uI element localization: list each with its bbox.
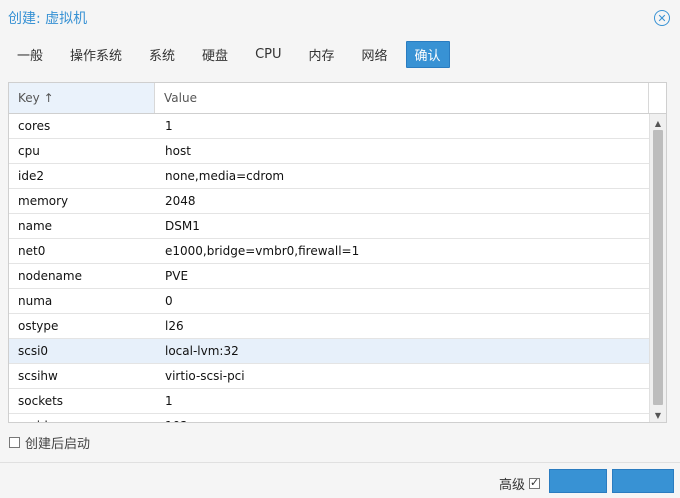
row-key: net0 xyxy=(18,244,46,258)
table-row[interactable]: ostype l26 xyxy=(9,314,650,339)
vertical-scrollbar[interactable]: ▲ ▼ xyxy=(649,114,666,422)
table-row[interactable]: numa 0 xyxy=(9,289,650,314)
row-key: ide2 xyxy=(18,169,44,183)
row-value: 1 xyxy=(165,394,173,408)
tab-network[interactable]: 网络 xyxy=(353,41,397,68)
finish-button[interactable] xyxy=(612,469,674,493)
row-key: ostype xyxy=(18,319,59,333)
grid-header: Key ↑ Value xyxy=(9,83,666,114)
table-row[interactable]: cores 1 xyxy=(9,114,650,139)
tab-disk[interactable]: 硬盘 xyxy=(193,41,237,68)
advanced-checkbox[interactable] xyxy=(529,476,541,489)
column-header-value[interactable]: Value xyxy=(155,83,649,113)
row-value: 0 xyxy=(165,294,173,308)
start-after-create: 创建后启动 xyxy=(9,433,90,452)
table-row[interactable]: name DSM1 xyxy=(9,214,650,239)
table-row[interactable]: ide2 none,media=cdrom xyxy=(9,164,650,189)
grid-rows: cores 1 cpu host ide2 none,media=cdrom memory 2… xyxy=(9,114,650,422)
row-value: 102 xyxy=(155,414,650,422)
column-header-key[interactable]: Key ↑ xyxy=(9,83,155,113)
table-row[interactable]: net0 e1000,bridge=vmbr0,firewall=1 xyxy=(9,239,650,264)
row-value: DSM1 xyxy=(165,219,200,233)
table-row[interactable]: scsi0 local-lvm:32 xyxy=(9,339,650,364)
row-key: name xyxy=(18,219,53,233)
row-value: virtio-scsi-pci xyxy=(165,369,245,383)
row-key: nodename xyxy=(18,269,82,283)
row-value: local-lvm:32 xyxy=(165,344,239,358)
start-after-create-checkbox[interactable] xyxy=(9,437,20,448)
row-value: l26 xyxy=(165,319,184,333)
row-value: e1000,bridge=vmbr0,firewall=1 xyxy=(165,244,360,258)
table-row[interactable]: nodename PVE xyxy=(9,264,650,289)
table-row[interactable]: memory 2048 xyxy=(9,189,650,214)
row-key: scsihw xyxy=(18,369,58,383)
row-value: 1 xyxy=(165,119,173,133)
row-value: none,media=cdrom xyxy=(165,169,285,183)
row-key: numa xyxy=(18,294,53,308)
close-icon[interactable]: ✕ xyxy=(654,10,670,26)
row-key: memory xyxy=(18,194,69,208)
tab-system[interactable]: 系统 xyxy=(140,41,184,68)
row-value: 2048 xyxy=(165,194,196,208)
advanced-toggle: 高级 xyxy=(499,474,541,493)
row-key: vmid xyxy=(9,414,155,422)
tab-cpu[interactable]: CPU xyxy=(246,43,290,66)
header-spacer xyxy=(649,83,666,113)
dialog-footer: 高级 xyxy=(0,462,680,498)
table-row[interactable]: sockets 1 xyxy=(9,389,650,414)
scroll-down-icon[interactable]: ▼ xyxy=(650,408,666,422)
row-value: PVE xyxy=(165,269,189,283)
start-after-create-label: 创建后启动 xyxy=(25,437,91,452)
table-row[interactable]: vmid102 xyxy=(9,414,650,422)
tab-os[interactable]: 操作系统 xyxy=(61,41,131,68)
advanced-label: 高级 xyxy=(499,478,526,493)
tab-general[interactable]: 一般 xyxy=(8,41,52,68)
wizard-tabs: 一般 操作系统 系统 硬盘 CPU 内存 网络 确认 xyxy=(0,40,680,68)
create-vm-dialog: 创建: 虚拟机 ✕ 一般 操作系统 系统 硬盘 CPU 内存 网络 确认 Key… xyxy=(0,0,680,498)
row-key: cpu xyxy=(18,144,40,158)
tab-memory[interactable]: 内存 xyxy=(300,41,344,68)
row-value: host xyxy=(165,144,191,158)
summary-grid: Key ↑ Value cores 1 cpu host ide2 none,media=… xyxy=(8,82,667,423)
table-row[interactable]: scsihw virtio-scsi-pci xyxy=(9,364,650,389)
scroll-up-icon[interactable]: ▲ xyxy=(650,116,666,130)
row-key: cores xyxy=(18,119,51,133)
row-key: scsi0 xyxy=(18,344,49,358)
row-key: sockets xyxy=(18,394,64,408)
scrollbar-thumb[interactable] xyxy=(653,130,663,405)
back-button[interactable] xyxy=(549,469,607,493)
tab-confirm[interactable]: 确认 xyxy=(405,40,450,68)
dialog-title: 创建: 虚拟机 xyxy=(8,11,88,27)
dialog-titlebar: 创建: 虚拟机 ✕ xyxy=(0,0,680,36)
table-row[interactable]: cpu host xyxy=(9,139,650,164)
